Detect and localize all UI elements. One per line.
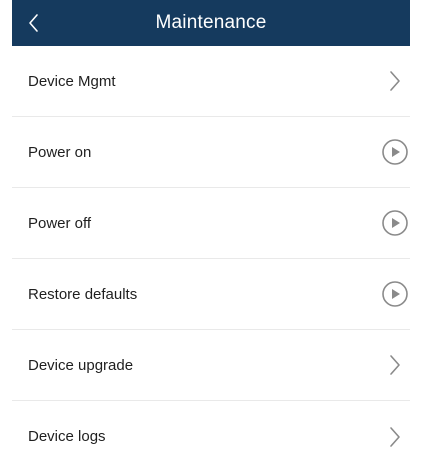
item-label: Device Mgmt [28, 72, 116, 90]
power-on-item[interactable]: Power on [12, 117, 410, 188]
page-title: Maintenance [155, 12, 267, 33]
chevron-right-icon [380, 422, 410, 452]
item-label: Restore defaults [28, 285, 138, 303]
play-circle-icon[interactable] [380, 137, 410, 167]
device-logs-item[interactable]: Device logs [12, 401, 410, 472]
play-circle-icon[interactable] [380, 208, 410, 238]
power-off-item[interactable]: Power off [12, 188, 410, 259]
chevron-right-icon [380, 350, 410, 380]
app-header: Maintenance [12, 0, 410, 46]
item-label: Power off [28, 214, 92, 232]
item-label: Device logs [28, 428, 106, 445]
item-label: Power on [28, 143, 92, 161]
back-button[interactable] [12, 0, 56, 46]
chevron-right-icon [380, 66, 410, 96]
chevron-left-icon [29, 14, 38, 32]
play-circle-icon[interactable] [380, 279, 410, 309]
item-label: Device upgrade [28, 356, 134, 374]
device-upgrade-item[interactable]: Device upgrade [12, 330, 410, 401]
restore-defaults-item[interactable]: Restore defaults [12, 259, 410, 330]
device-mgmt-item[interactable]: Device Mgmt [12, 46, 410, 117]
maintenance-list: Device Mgmt Power on Power off Restore d… [12, 46, 410, 472]
